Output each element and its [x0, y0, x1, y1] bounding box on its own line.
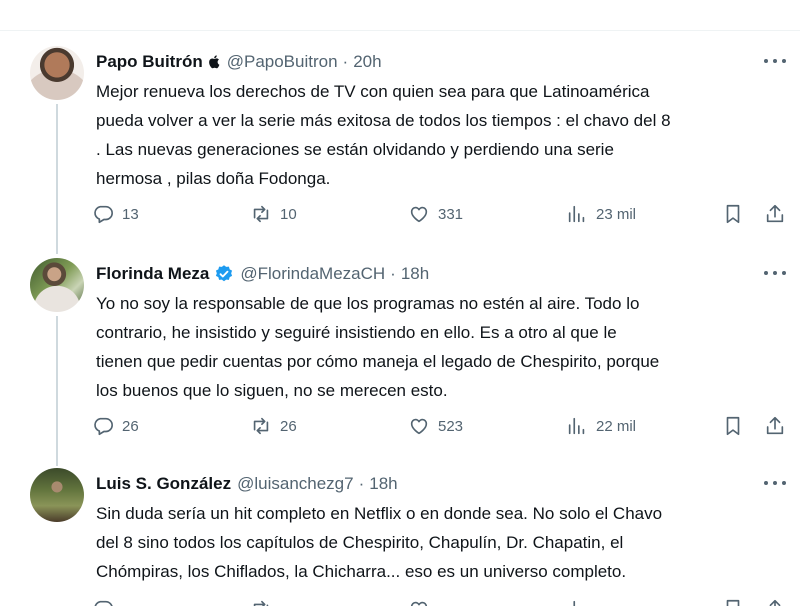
tweet-text: Mejor renueva los derechos de TV con qui…	[96, 82, 671, 188]
retweet-button[interactable]	[250, 596, 272, 606]
like-button[interactable]: 331	[408, 201, 463, 227]
like-icon	[410, 418, 428, 435]
bookmark-icon	[726, 416, 740, 436]
share-icon	[769, 599, 781, 606]
reply-icon	[94, 205, 113, 224]
author-name[interactable]: Florinda Meza	[96, 264, 209, 284]
views-count: 23 mil	[596, 205, 637, 223]
like-count: 523	[438, 417, 464, 435]
author-handle[interactable]: @FlorindaMezaCH	[240, 264, 385, 284]
like-icon	[410, 601, 428, 606]
verified-icon	[214, 264, 234, 284]
more-icon[interactable]	[764, 476, 786, 490]
retweet-count: 10	[280, 205, 297, 223]
bookmark-button[interactable]	[722, 413, 744, 439]
avatar[interactable]	[30, 468, 84, 522]
thread-line	[56, 316, 58, 466]
action-bar: 26 26 523 22 mil	[92, 413, 792, 439]
views-button[interactable]	[566, 596, 588, 606]
like-icon	[410, 206, 428, 223]
action-bar	[92, 596, 792, 606]
reply-icon	[94, 417, 113, 436]
separator-dot: ·	[390, 264, 396, 283]
views-icon	[573, 600, 576, 606]
reply-count: 26	[122, 417, 139, 435]
views-icon	[568, 417, 585, 435]
timestamp[interactable]: 18h	[401, 264, 429, 284]
retweet-count: 26	[280, 417, 297, 435]
bookmark-icon	[726, 599, 740, 606]
reply-button[interactable]: 26	[92, 413, 139, 439]
tweet-header: Luis S. González @luisanchezg7 · 18h	[96, 473, 398, 495]
more-icon[interactable]	[764, 266, 786, 280]
retweet-button[interactable]: 10	[250, 201, 297, 227]
bookmark-button[interactable]	[722, 596, 744, 606]
apple-icon	[208, 54, 221, 69]
views-count: 22 mil	[596, 417, 637, 435]
separator-dot: ·	[358, 474, 365, 493]
more-icon[interactable]	[764, 54, 786, 68]
reply-count: 13	[122, 205, 139, 223]
author-name[interactable]: Papo Buitrón	[96, 52, 203, 72]
views-button[interactable]: 23 mil	[566, 201, 636, 227]
tweet-header: Papo Buitrón @PapoBuitron · 20h	[96, 51, 382, 73]
author-handle[interactable]: @luisanchezg7	[237, 474, 354, 494]
author-name[interactable]: Luis S. González	[96, 474, 231, 494]
share-button[interactable]	[764, 413, 786, 439]
avatar[interactable]	[30, 46, 84, 100]
retweet-icon	[253, 417, 269, 435]
reply-icon	[94, 600, 113, 606]
share-icon	[766, 416, 784, 435]
share-button[interactable]	[764, 201, 786, 227]
reply-button[interactable]	[92, 596, 114, 606]
tweet-text: Yo no soy la responsable de que los prog…	[96, 294, 660, 400]
retweet-button[interactable]: 26	[250, 413, 297, 439]
timestamp[interactable]: 18h	[369, 474, 397, 494]
share-button[interactable]	[764, 596, 786, 606]
top-divider	[0, 30, 800, 31]
thread-line	[56, 104, 58, 254]
avatar[interactable]	[30, 258, 84, 312]
reply-button[interactable]: 13	[92, 201, 139, 227]
views-button[interactable]: 22 mil	[566, 413, 636, 439]
action-bar: 13 10 331 23 mil	[92, 201, 792, 227]
like-button[interactable]	[408, 596, 430, 606]
timestamp[interactable]: 20h	[353, 52, 381, 72]
like-button[interactable]: 523	[408, 413, 463, 439]
bookmark-button[interactable]	[722, 201, 744, 227]
retweet-icon	[253, 205, 269, 223]
tweet-header: Florinda Meza @FlorindaMezaCH · 18h	[96, 263, 429, 285]
bookmark-icon	[726, 204, 740, 224]
retweet-icon	[253, 600, 269, 606]
author-handle[interactable]: @PapoBuitron	[227, 52, 338, 72]
tweet-text: Sin duda sería un hit completo en Netfli…	[96, 504, 663, 581]
share-icon	[766, 204, 784, 223]
like-count: 331	[438, 205, 464, 223]
views-icon	[568, 205, 585, 223]
separator-dot: ·	[342, 52, 349, 71]
